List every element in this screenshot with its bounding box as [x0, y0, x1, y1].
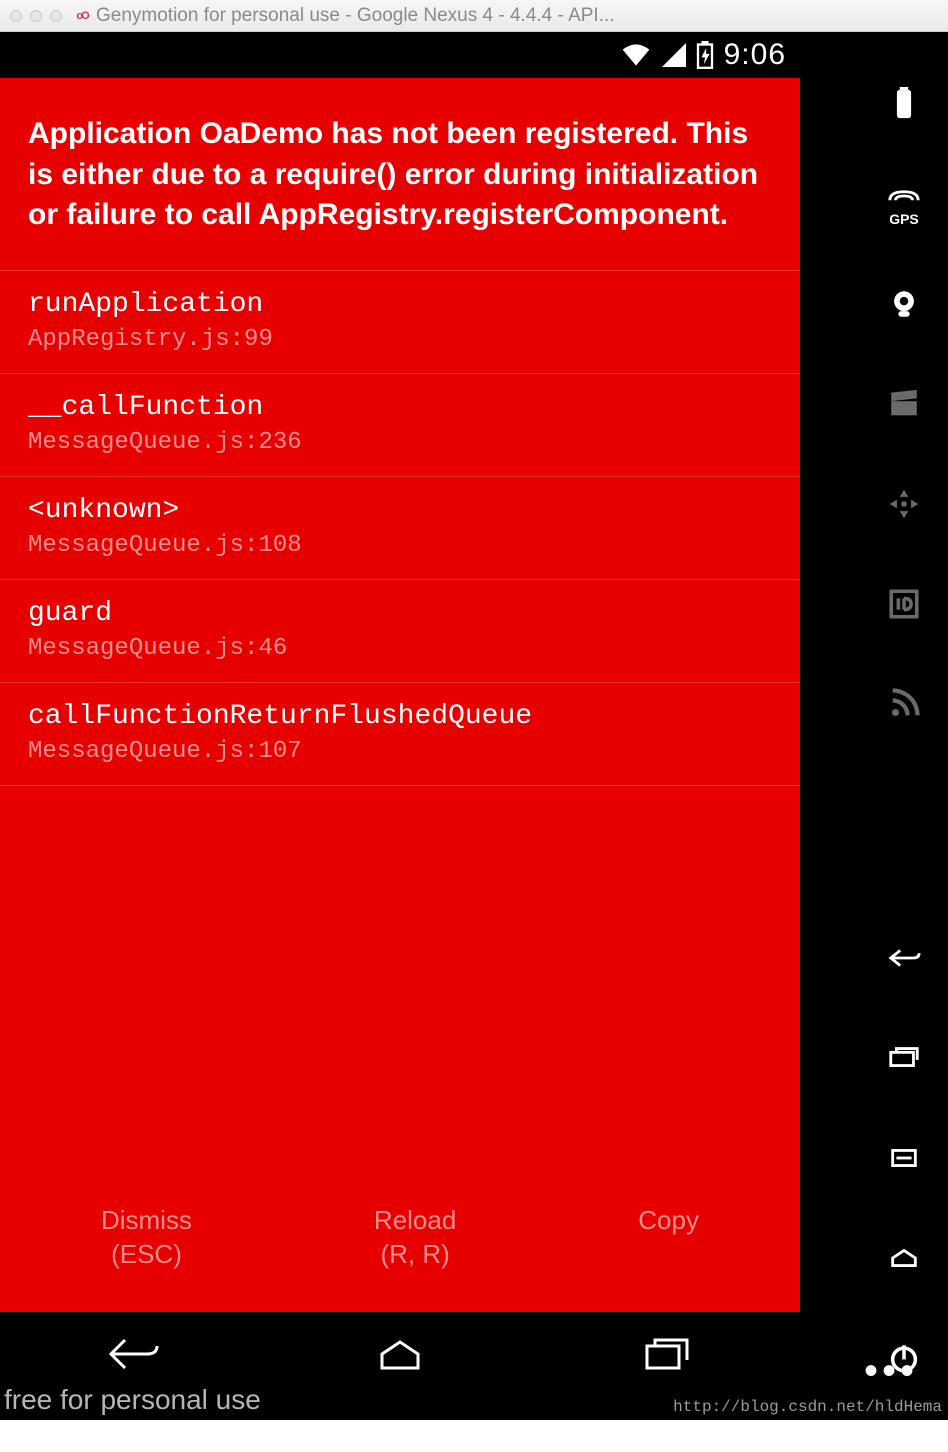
recent-hw-icon[interactable]: [882, 1036, 926, 1080]
rss-icon[interactable]: [882, 682, 926, 726]
dismiss-hint: (ESC): [101, 1238, 192, 1272]
dismiss-button[interactable]: Dismiss (ESC): [101, 1204, 192, 1272]
home-hw-icon[interactable]: [882, 1236, 926, 1280]
stack-frame-function: __callFunction: [28, 392, 772, 423]
back-hw-icon[interactable]: [882, 936, 926, 980]
stack-trace[interactable]: runApplication AppRegistry.js:99 __callF…: [0, 270, 800, 1177]
menu-hw-icon[interactable]: [882, 1136, 926, 1180]
window-title: Genymotion for personal use - Google Nex…: [96, 5, 938, 27]
battery-charging-icon: [696, 41, 714, 69]
gps-label: GPS: [889, 212, 919, 226]
id-icon[interactable]: [882, 582, 926, 626]
dpad-icon[interactable]: [882, 482, 926, 526]
emulator-sidebar: GPS: [860, 32, 948, 1420]
redbox-actions: Dismiss (ESC) Reload (R, R) Copy: [0, 1176, 800, 1312]
nav-menu-button[interactable]: •••: [864, 1349, 918, 1394]
device-frame: GPS: [0, 32, 948, 1420]
stack-frame-location: MessageQueue.js:108: [28, 532, 772, 559]
stack-frame[interactable]: __callFunction MessageQueue.js:236: [0, 373, 800, 476]
reload-label: Reload: [374, 1204, 456, 1238]
android-screen: 9:06 Application OaDemo has not been reg…: [0, 32, 800, 1312]
genymotion-app-icon: oO: [74, 8, 90, 24]
stack-frame[interactable]: guard MessageQueue.js:46: [0, 579, 800, 682]
reload-button[interactable]: Reload (R, R): [374, 1204, 456, 1272]
window-titlebar: oO Genymotion for personal use - Google …: [0, 0, 948, 32]
redbox-error-screen: Application OaDemo has not been register…: [0, 78, 800, 1312]
copy-label: Copy: [638, 1204, 699, 1238]
stack-frame-function: <unknown>: [28, 495, 772, 526]
nav-home-button[interactable]: [370, 1334, 430, 1379]
cell-signal-icon: [662, 41, 686, 69]
stack-frame[interactable]: runApplication AppRegistry.js:99: [0, 270, 800, 373]
stack-frame-location: MessageQueue.js:46: [28, 635, 772, 662]
close-window-button[interactable]: [10, 10, 22, 22]
camera-icon[interactable]: [882, 282, 926, 326]
footer-text: free for personal use: [0, 1380, 261, 1420]
stack-frame[interactable]: callFunctionReturnFlushedQueue MessageQu…: [0, 682, 800, 786]
error-message: Application OaDemo has not been register…: [0, 78, 800, 270]
minimize-window-button[interactable]: [30, 10, 42, 22]
clapper-icon[interactable]: [882, 382, 926, 426]
stack-frame-function: callFunctionReturnFlushedQueue: [28, 701, 772, 732]
stack-frame-location: MessageQueue.js:107: [28, 738, 772, 765]
window-traffic-lights: [10, 10, 62, 22]
stack-frame-function: guard: [28, 598, 772, 629]
gps-icon[interactable]: GPS: [882, 182, 926, 226]
stack-frame-location: MessageQueue.js:236: [28, 429, 772, 456]
nav-recent-button[interactable]: [637, 1334, 697, 1379]
stack-frame[interactable]: <unknown> MessageQueue.js:108: [0, 476, 800, 579]
stack-frame-location: AppRegistry.js:99: [28, 326, 772, 353]
watermark: http://blog.csdn.net/hldHema: [673, 1398, 942, 1416]
reload-hint: (R, R): [374, 1238, 456, 1272]
wifi-icon: [620, 41, 652, 69]
nav-back-button[interactable]: [103, 1334, 163, 1379]
status-clock: 9:06: [724, 38, 786, 72]
stack-frame-function: runApplication: [28, 289, 772, 320]
battery-icon[interactable]: [882, 82, 926, 126]
dismiss-label: Dismiss: [101, 1204, 192, 1238]
copy-button[interactable]: Copy: [638, 1204, 699, 1272]
android-status-bar: 9:06: [0, 32, 800, 78]
zoom-window-button[interactable]: [50, 10, 62, 22]
